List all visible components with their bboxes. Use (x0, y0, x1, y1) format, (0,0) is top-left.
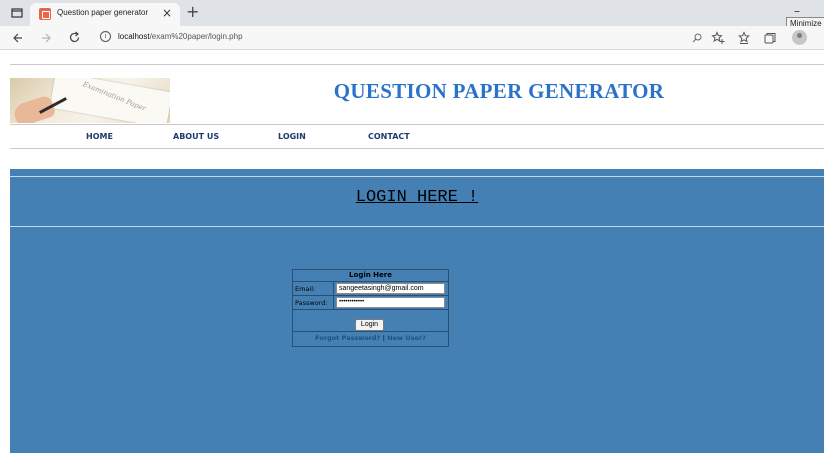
url-path: /exam%20paper/login.php (149, 32, 243, 41)
panel-heading-rule (10, 226, 824, 227)
nav-bottom-rule (10, 148, 824, 149)
add-favorite-icon[interactable] (711, 31, 725, 45)
site-title: QUESTION PAPER GENERATOR (333, 79, 665, 103)
forward-icon[interactable] (40, 32, 52, 44)
address-bar: i localhost/exam%20paper/login.php (0, 26, 824, 50)
profile-icon[interactable] (792, 30, 807, 45)
tab-title: Question paper generator (57, 8, 149, 17)
nav-item-about-us[interactable]: ABOUT US (173, 132, 219, 141)
new-user-link[interactable]: New User? (387, 334, 426, 342)
form-links: Forgot Password? | New User? (293, 334, 448, 342)
login-form: Login Here Email: sangeetasingh@gmail.co… (292, 269, 449, 347)
favorites-icon[interactable] (737, 31, 751, 45)
exam-paper-graphic: Examination Paper (49, 78, 170, 123)
password-field[interactable]: •••••••••••• (336, 297, 445, 308)
new-tab-icon[interactable]: + (186, 2, 199, 21)
nav-top-rule (10, 124, 824, 125)
nav-item-contact[interactable]: CONTACT (368, 132, 410, 141)
form-divider (293, 309, 448, 310)
browser-tab-strip: Question paper generator × + – Minimize (0, 0, 824, 30)
url-host: localhost (118, 32, 150, 41)
read-aloud-icon[interactable] (691, 32, 703, 44)
email-label: Email: (295, 285, 316, 293)
link-separator: | (382, 334, 385, 342)
favicon-icon (39, 8, 51, 20)
form-divider (293, 281, 448, 282)
login-heading: LOGIN HERE ! (355, 188, 479, 207)
reload-icon[interactable] (68, 31, 81, 44)
login-form-title: Login Here (349, 271, 392, 279)
forgot-password-link[interactable]: Forgot Password? (315, 334, 380, 342)
tab-close-icon[interactable]: × (162, 6, 172, 20)
site-info-icon[interactable]: i (100, 31, 111, 42)
nav-item-home[interactable]: HOME (86, 132, 113, 141)
url-field[interactable]: localhost/exam%20paper/login.php (118, 32, 243, 41)
tab-actions-icon[interactable] (10, 6, 24, 20)
back-icon[interactable] (12, 32, 24, 44)
panel-top-rule (10, 176, 824, 177)
banner-image-text: Examination Paper (81, 80, 148, 113)
banner-image: Examination Paper (10, 78, 170, 123)
email-field[interactable]: sangeetasingh@gmail.com (336, 283, 445, 294)
login-panel: LOGIN HERE ! Login Here Email: sangeetas… (10, 169, 824, 453)
collections-icon[interactable] (763, 31, 777, 45)
header-top-rule (10, 64, 824, 65)
form-divider (333, 281, 334, 309)
login-button[interactable]: Login (355, 319, 384, 331)
browser-tab[interactable]: Question paper generator × (30, 3, 180, 26)
nav-item-login[interactable]: LOGIN (278, 132, 306, 141)
form-divider (293, 295, 448, 296)
minimize-icon[interactable]: – (794, 4, 800, 18)
password-label: Password: (295, 299, 328, 307)
form-divider (293, 331, 448, 332)
